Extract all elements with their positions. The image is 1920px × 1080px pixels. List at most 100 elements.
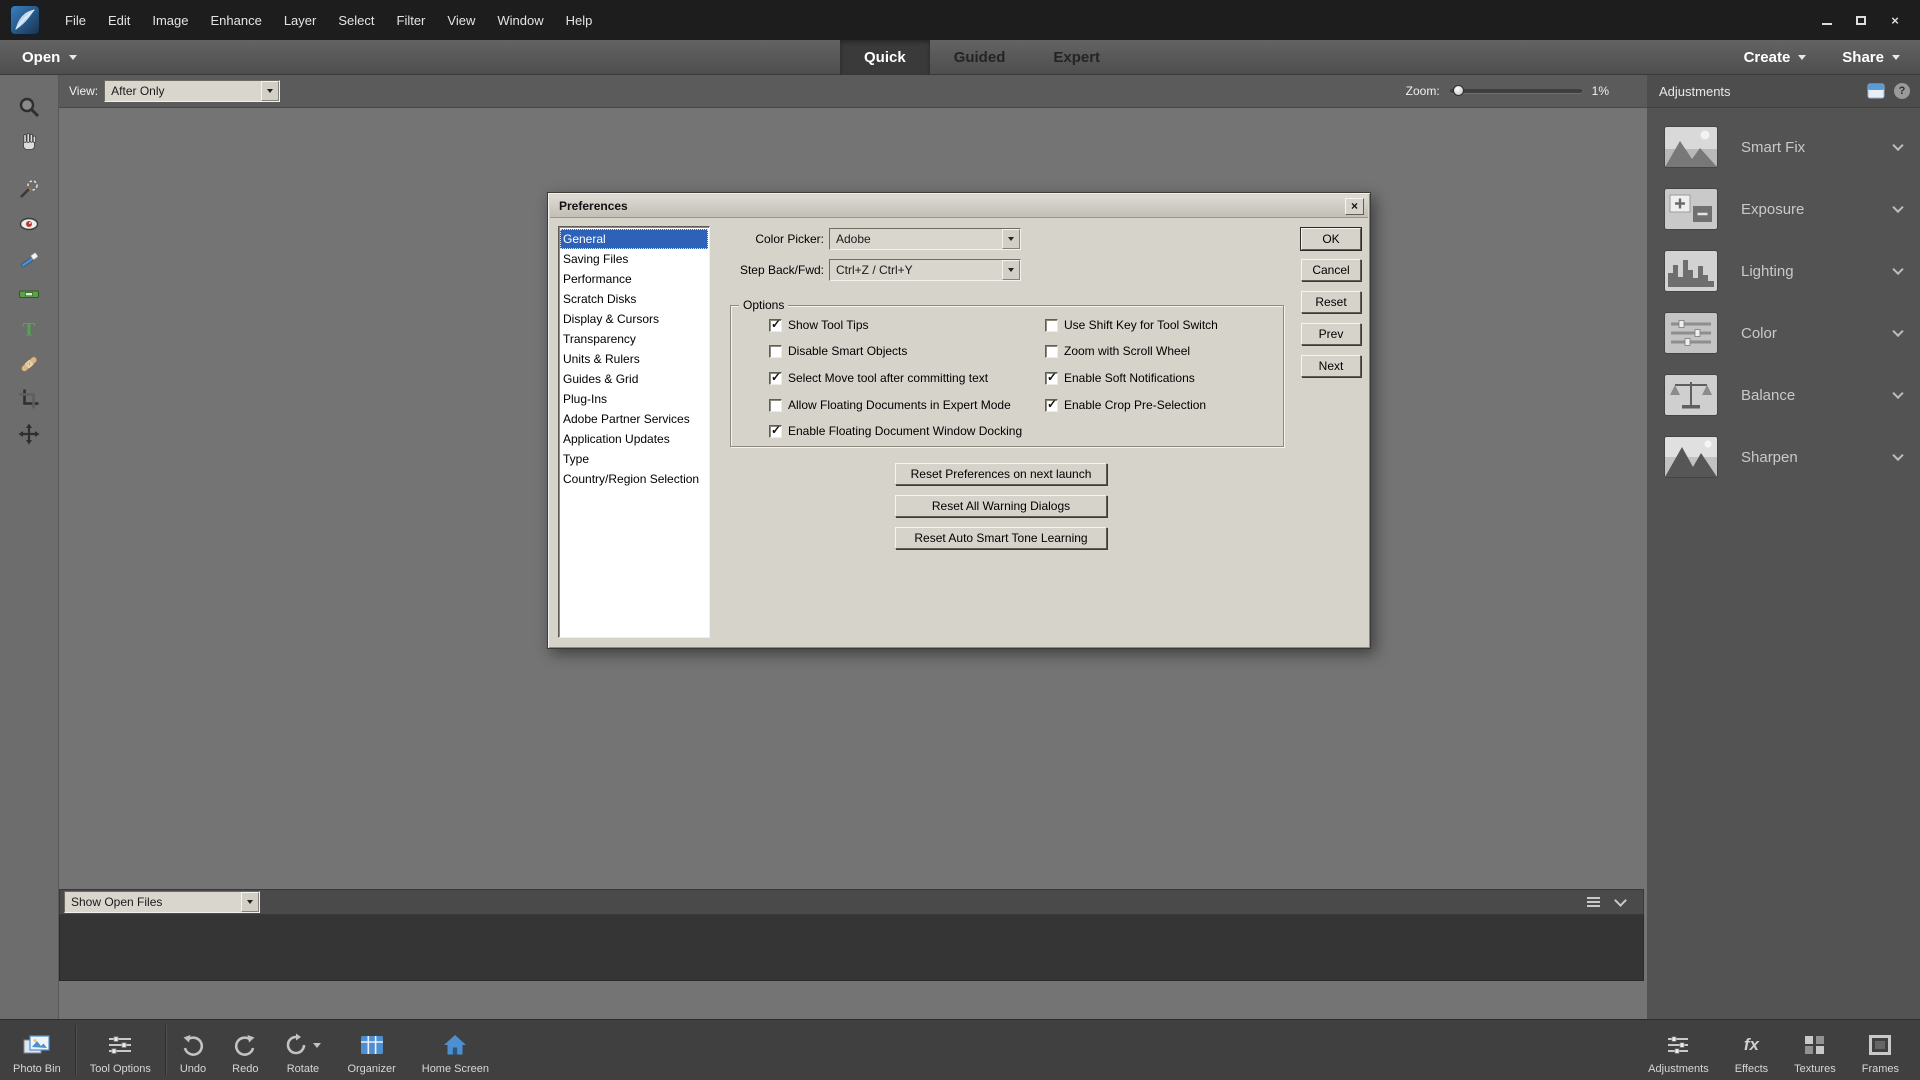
tab-guided[interactable]: Guided — [930, 40, 1030, 75]
dialog-titlebar[interactable]: Preferences × — [550, 195, 1368, 218]
checkbox-box[interactable] — [1045, 319, 1058, 332]
quick-selection-tool[interactable] — [11, 171, 47, 206]
cancel-button[interactable]: Cancel — [1301, 259, 1361, 281]
step-back-select[interactable]: Ctrl+Z / Ctrl+Y — [829, 259, 1021, 281]
organizer-button[interactable]: Organizer — [334, 1020, 408, 1080]
category-scratch-disks[interactable]: Scratch Disks — [560, 289, 708, 309]
zoom-slider-thumb[interactable] — [1453, 85, 1464, 96]
effects-button[interactable]: fx Effects — [1722, 1020, 1781, 1080]
category-plug-ins[interactable]: Plug-Ins — [560, 389, 708, 409]
menu-filter[interactable]: Filter — [386, 0, 437, 40]
category-units-rulers[interactable]: Units & Rulers — [560, 349, 708, 369]
spot-healing-brush-tool[interactable] — [11, 346, 47, 381]
checkbox-zoom-scroll-wheel[interactable]: Zoom with Scroll Wheel — [1045, 343, 1190, 359]
category-transparency[interactable]: Transparency — [560, 329, 708, 349]
zoom-tool[interactable] — [11, 89, 47, 124]
close-button[interactable]: × — [1882, 10, 1908, 30]
open-button[interactable]: Open — [22, 40, 77, 75]
red-eye-removal-tool[interactable] — [11, 206, 47, 241]
whiten-teeth-tool[interactable] — [11, 241, 47, 276]
checkbox-enable-soft-notifications[interactable]: Enable Soft Notifications — [1045, 370, 1195, 386]
checkbox-box[interactable] — [1045, 372, 1058, 385]
adjustment-lighting[interactable]: Lighting — [1647, 240, 1920, 302]
chevron-down-icon[interactable] — [1892, 140, 1903, 151]
type-tool[interactable]: T — [11, 311, 47, 346]
checkbox-box[interactable] — [1045, 399, 1058, 412]
chevron-down-icon[interactable] — [1892, 388, 1903, 399]
reset-preferences-launch-button[interactable]: Reset Preferences on next launch — [895, 463, 1107, 485]
adjustment-smart-fix[interactable]: Smart Fix — [1647, 116, 1920, 178]
frames-button[interactable]: Frames — [1849, 1020, 1912, 1080]
help-icon[interactable]: ? — [1894, 83, 1910, 99]
adjustment-color[interactable]: Color — [1647, 302, 1920, 364]
reset-warning-dialogs-button[interactable]: Reset All Warning Dialogs — [895, 495, 1107, 517]
category-display-cursors[interactable]: Display & Cursors — [560, 309, 708, 329]
category-adobe-partner-services[interactable]: Adobe Partner Services — [560, 409, 708, 429]
checkbox-box[interactable] — [769, 345, 782, 358]
tab-expert[interactable]: Expert — [1029, 40, 1124, 75]
checkbox-box[interactable] — [769, 372, 782, 385]
checkbox-enable-floating-docking[interactable]: Enable Floating Document Window Docking — [769, 423, 1022, 439]
category-country-region[interactable]: Country/Region Selection — [560, 469, 708, 489]
checkbox-select-move-tool[interactable]: Select Move tool after committing text — [769, 370, 988, 386]
checkbox-box[interactable] — [769, 425, 782, 438]
hand-tool[interactable] — [11, 124, 47, 159]
menu-image[interactable]: Image — [141, 0, 199, 40]
maximize-button[interactable] — [1848, 10, 1874, 30]
checkbox-box[interactable] — [769, 319, 782, 332]
view-select[interactable]: After Only — [104, 80, 280, 102]
tool-options-button[interactable]: Tool Options — [77, 1020, 164, 1080]
collapse-chevron-icon[interactable] — [1614, 894, 1627, 907]
home-screen-button[interactable]: Home Screen — [409, 1020, 502, 1080]
menu-window[interactable]: Window — [486, 0, 554, 40]
redo-button[interactable]: Redo — [219, 1020, 271, 1080]
next-button[interactable]: Next — [1301, 355, 1361, 377]
color-picker-select[interactable]: Adobe — [829, 228, 1021, 250]
photo-bin-button[interactable]: Photo Bin — [0, 1020, 74, 1080]
prev-button[interactable]: Prev — [1301, 323, 1361, 345]
chevron-down-icon[interactable] — [1892, 326, 1903, 337]
checkbox-allow-floating-documents[interactable]: Allow Floating Documents in Expert Mode — [769, 397, 1011, 413]
minimize-button[interactable] — [1814, 10, 1840, 30]
chevron-down-icon[interactable] — [1892, 264, 1903, 275]
menu-layer[interactable]: Layer — [273, 0, 328, 40]
category-saving-files[interactable]: Saving Files — [560, 249, 708, 269]
category-application-updates[interactable]: Application Updates — [560, 429, 708, 449]
checkbox-disable-smart-objects[interactable]: Disable Smart Objects — [769, 343, 907, 359]
menu-help[interactable]: Help — [555, 0, 604, 40]
chevron-down-icon[interactable] — [1002, 260, 1020, 280]
menu-select[interactable]: Select — [327, 0, 385, 40]
chevron-down-icon[interactable] — [313, 1043, 321, 1048]
menu-view[interactable]: View — [436, 0, 486, 40]
reset-button[interactable]: Reset — [1301, 291, 1361, 313]
menu-file[interactable]: File — [54, 0, 97, 40]
chevron-down-icon[interactable] — [1002, 229, 1020, 249]
adjustment-sharpen[interactable]: Sharpen — [1647, 426, 1920, 488]
tab-quick[interactable]: Quick — [840, 40, 930, 75]
rotate-button[interactable]: Rotate — [271, 1020, 334, 1080]
checkbox-use-shift-key[interactable]: Use Shift Key for Tool Switch — [1045, 317, 1218, 333]
category-guides-grid[interactable]: Guides & Grid — [560, 369, 708, 389]
adjustment-exposure[interactable]: Exposure — [1647, 178, 1920, 240]
menu-edit[interactable]: Edit — [97, 0, 141, 40]
panel-options-icon[interactable] — [1867, 83, 1885, 99]
category-general[interactable]: General — [560, 229, 708, 249]
category-performance[interactable]: Performance — [560, 269, 708, 289]
textures-button[interactable]: Textures — [1781, 1020, 1849, 1080]
checkbox-box[interactable] — [1045, 345, 1058, 358]
category-type[interactable]: Type — [560, 449, 708, 469]
chevron-down-icon[interactable] — [241, 892, 259, 912]
checkbox-enable-crop-preselection[interactable]: Enable Crop Pre-Selection — [1045, 397, 1206, 413]
checkbox-show-tool-tips[interactable]: Show Tool Tips — [769, 317, 869, 333]
adjustments-button[interactable]: Adjustments — [1635, 1020, 1722, 1080]
chevron-down-icon[interactable] — [1892, 450, 1903, 461]
photo-bin-select[interactable]: Show Open Files — [64, 891, 260, 913]
adjustment-balance[interactable]: Balance — [1647, 364, 1920, 426]
crop-tool[interactable] — [11, 381, 47, 416]
ok-button[interactable]: OK — [1301, 228, 1361, 250]
move-tool[interactable] — [11, 416, 47, 451]
create-button[interactable]: Create — [1744, 49, 1807, 66]
reset-auto-smart-tone-button[interactable]: Reset Auto Smart Tone Learning — [895, 527, 1107, 549]
share-button[interactable]: Share — [1842, 49, 1900, 66]
straighten-tool[interactable] — [11, 276, 47, 311]
